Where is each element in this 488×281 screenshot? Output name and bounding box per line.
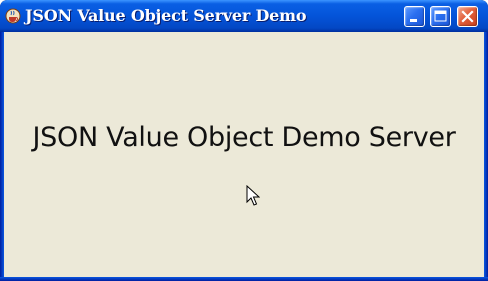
mouse-pointer-icon (246, 185, 260, 206)
close-icon (461, 10, 474, 23)
window-title: JSON Value Object Server Demo (25, 6, 307, 25)
minimize-button[interactable] (404, 6, 425, 27)
title-bar[interactable]: JSON Value Object Server Demo (0, 0, 488, 32)
client-area: JSON Value Object Demo Server (4, 32, 484, 277)
server-label: JSON Value Object Demo Server (32, 122, 456, 153)
window-frame-right (484, 32, 488, 281)
maximize-icon (434, 10, 447, 22)
java-cup-icon[interactable] (5, 8, 21, 24)
maximize-button[interactable] (430, 6, 451, 27)
close-button[interactable] (457, 6, 478, 27)
minimize-icon (410, 19, 417, 22)
window-frame-bottom (0, 277, 488, 281)
app-window: JSON Value Object Server Demo JSON Value… (0, 0, 488, 281)
